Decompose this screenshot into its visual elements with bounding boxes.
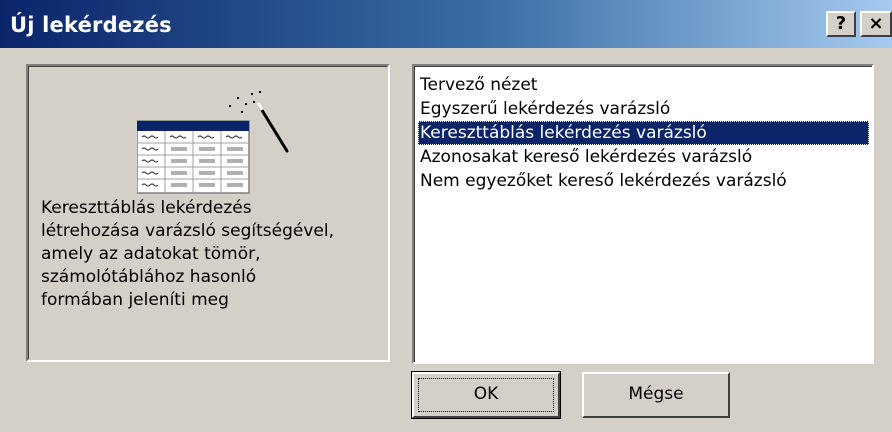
cancel-button-label: Mégse — [628, 384, 684, 404]
new-query-dialog: Új lekérdezés ? × Kereszttáblás lekérdez… — [0, 0, 892, 432]
crosstab-wizard-icon — [137, 91, 289, 194]
dialog-title: Új lekérdezés — [10, 13, 172, 37]
ok-button-label: OK — [473, 384, 499, 404]
list-item-find-unmatched-wizard[interactable]: Nem egyezőket kereső lekérdezés varázsló — [418, 169, 869, 193]
cancel-button[interactable]: Mégse — [582, 372, 730, 418]
list-item-design-view[interactable]: Tervező nézet — [418, 73, 869, 97]
list-item-find-duplicates-wizard[interactable]: Azonosakat kereső lekérdezés varázsló — [418, 145, 869, 169]
wizard-description: Kereszttáblás lekérdezés létrehozása var… — [41, 198, 335, 310]
query-type-list[interactable]: Tervező nézet Egyszerű lekérdezés varázs… — [412, 64, 874, 364]
ok-button[interactable]: OK — [411, 371, 561, 419]
close-button[interactable]: × — [860, 11, 892, 37]
help-button[interactable]: ? — [826, 11, 856, 37]
list-item-crosstab-query-wizard[interactable]: Kereszttáblás lekérdezés varázsló — [418, 121, 869, 145]
wizard-info-panel: Kereszttáblás lekérdezés létrehozása var… — [26, 64, 390, 362]
list-item-simple-query-wizard[interactable]: Egyszerű lekérdezés varázsló — [418, 97, 869, 121]
title-bar[interactable]: Új lekérdezés ? × — [0, 0, 892, 48]
